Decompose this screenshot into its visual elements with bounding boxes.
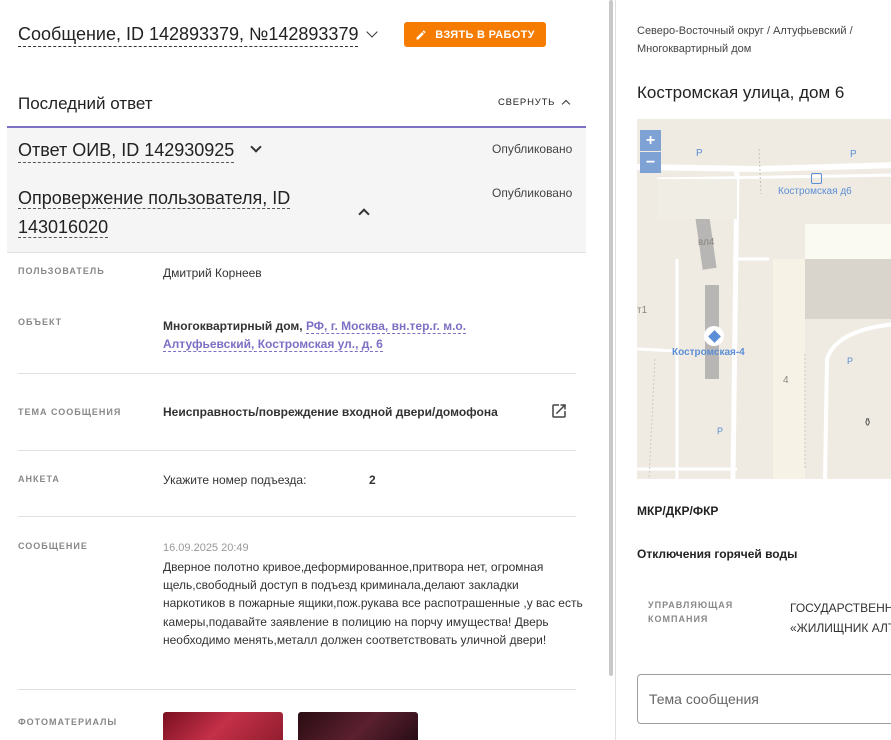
user-label: ПОЛЬЗОВАТЕЛЬ — [18, 266, 105, 276]
mkr-label: МКР/ДКР/ФКР — [637, 504, 719, 518]
divider — [18, 516, 576, 517]
photo-thumbnail[interactable] — [163, 712, 283, 740]
hot-water-label: Отключения горячей воды — [637, 547, 798, 561]
form-label: АНКЕТА — [18, 474, 60, 484]
parking-marker: P — [847, 356, 854, 366]
photo-thumbnail[interactable] — [298, 712, 418, 740]
zoom-out-button[interactable]: − — [640, 152, 661, 173]
object-label: ОБЪЕКТ — [18, 317, 63, 327]
user-value: Дмитрий Корнеев — [163, 266, 262, 280]
topic-label: ТЕМА СООБЩЕНИЯ — [18, 407, 122, 417]
location-marker-icon[interactable] — [704, 326, 724, 346]
building-label: вл4 — [698, 237, 715, 248]
message-header[interactable]: Сообщение, ID 142893379, №142893379 — [18, 22, 379, 47]
address-title: Костромская улица, дом 6 — [637, 83, 845, 102]
object-type: Многоквартирный дом, — [163, 319, 303, 333]
chevron-up-icon[interactable] — [358, 208, 370, 220]
divider — [18, 450, 576, 451]
subject-input[interactable]: Тема сообщения — [637, 674, 891, 724]
form-question: Укажите номер подъезда: — [163, 473, 307, 487]
bus-stop-icon — [811, 173, 822, 184]
take-in-work-button[interactable]: ВЗЯТЬ В РАБОТУ — [404, 22, 546, 47]
parking-marker: P — [717, 426, 724, 436]
map-canvas — [637, 119, 891, 479]
building-marker-label: Костромская-4 — [672, 347, 745, 358]
last-answer-heading: Последний ответ — [18, 94, 153, 113]
message-title[interactable]: Сообщение, ID 142893379, №142893379 — [18, 22, 359, 47]
map[interactable]: + − P P Костромская д6 вл4 т1 Костромска… — [637, 119, 891, 479]
rebuttal-status: Опубликовано — [492, 186, 573, 200]
breadcrumb: Северо-Восточный округ / Алтуфьевский / … — [637, 25, 853, 55]
pencil-icon — [416, 29, 426, 39]
form-answer: 2 — [369, 473, 376, 487]
divider — [18, 689, 576, 690]
answer-oiv-title[interactable]: Ответ ОИВ, ID 142930925 — [18, 138, 235, 163]
object-address-link-2[interactable]: Алтуфьевский, Костромская ул., д. 6 — [163, 337, 383, 352]
building-label: т1 — [637, 305, 648, 316]
divider — [18, 373, 576, 374]
chevron-up-icon — [561, 99, 571, 109]
scrollbar[interactable] — [609, 0, 613, 676]
collapse-button[interactable]: СВЕРНУТЬ — [498, 97, 571, 109]
photos-label: ФОТОМАТЕРИАЛЫ — [18, 717, 118, 727]
message-date: 16.09.2025 20:49 — [163, 542, 249, 554]
message-label: СООБЩЕНИЕ — [18, 541, 88, 551]
answer-status: Опубликовано — [492, 142, 573, 156]
bus-stop-label: Костромская д6 — [778, 186, 852, 197]
poi-icon: ⚱ — [863, 417, 873, 429]
parking-marker: P — [696, 148, 703, 159]
answers-block: Ответ ОИВ, ID 142930925 Опубликовано Опр… — [7, 126, 586, 253]
object-panel: Северо-Восточный округ / Алтуфьевский / … — [615, 0, 891, 740]
parking-marker: P — [850, 149, 857, 160]
zoom-in-button[interactable]: + — [640, 130, 661, 151]
management-company-label: УПРАВЛЯЮЩАЯ КОМПАНИЯ — [648, 600, 734, 624]
user-rebuttal-title[interactable]: Опровержение пользователя, ID 143016020 — [18, 184, 344, 242]
chevron-down-icon[interactable] — [250, 141, 262, 153]
chevron-down-icon[interactable] — [366, 26, 379, 38]
collapse-label: СВЕРНУТЬ — [498, 97, 556, 108]
message-panel: Сообщение, ID 142893379, №142893379 ВЗЯТ… — [0, 0, 598, 740]
take-in-work-label: ВЗЯТЬ В РАБОТУ — [435, 28, 535, 41]
management-company-value: ГОСУДАРСТВЕННОЕ «ЖИЛИЩНИК АЛТУФЬЕВСКИЙ» — [790, 601, 891, 635]
building-label: 4 — [783, 375, 789, 386]
object-address-link[interactable]: РФ, г. Москва, вн.тер.г. м.о. — [305, 319, 467, 334]
message-text: Дверное полотно кривое,деформированное,п… — [163, 560, 583, 647]
object-value: Многоквартирный дом, РФ, г. Москва, вн.т… — [163, 317, 493, 353]
open-external-icon[interactable] — [550, 402, 568, 420]
topic-value: Неисправность/повреждение входной двери/… — [163, 405, 498, 419]
